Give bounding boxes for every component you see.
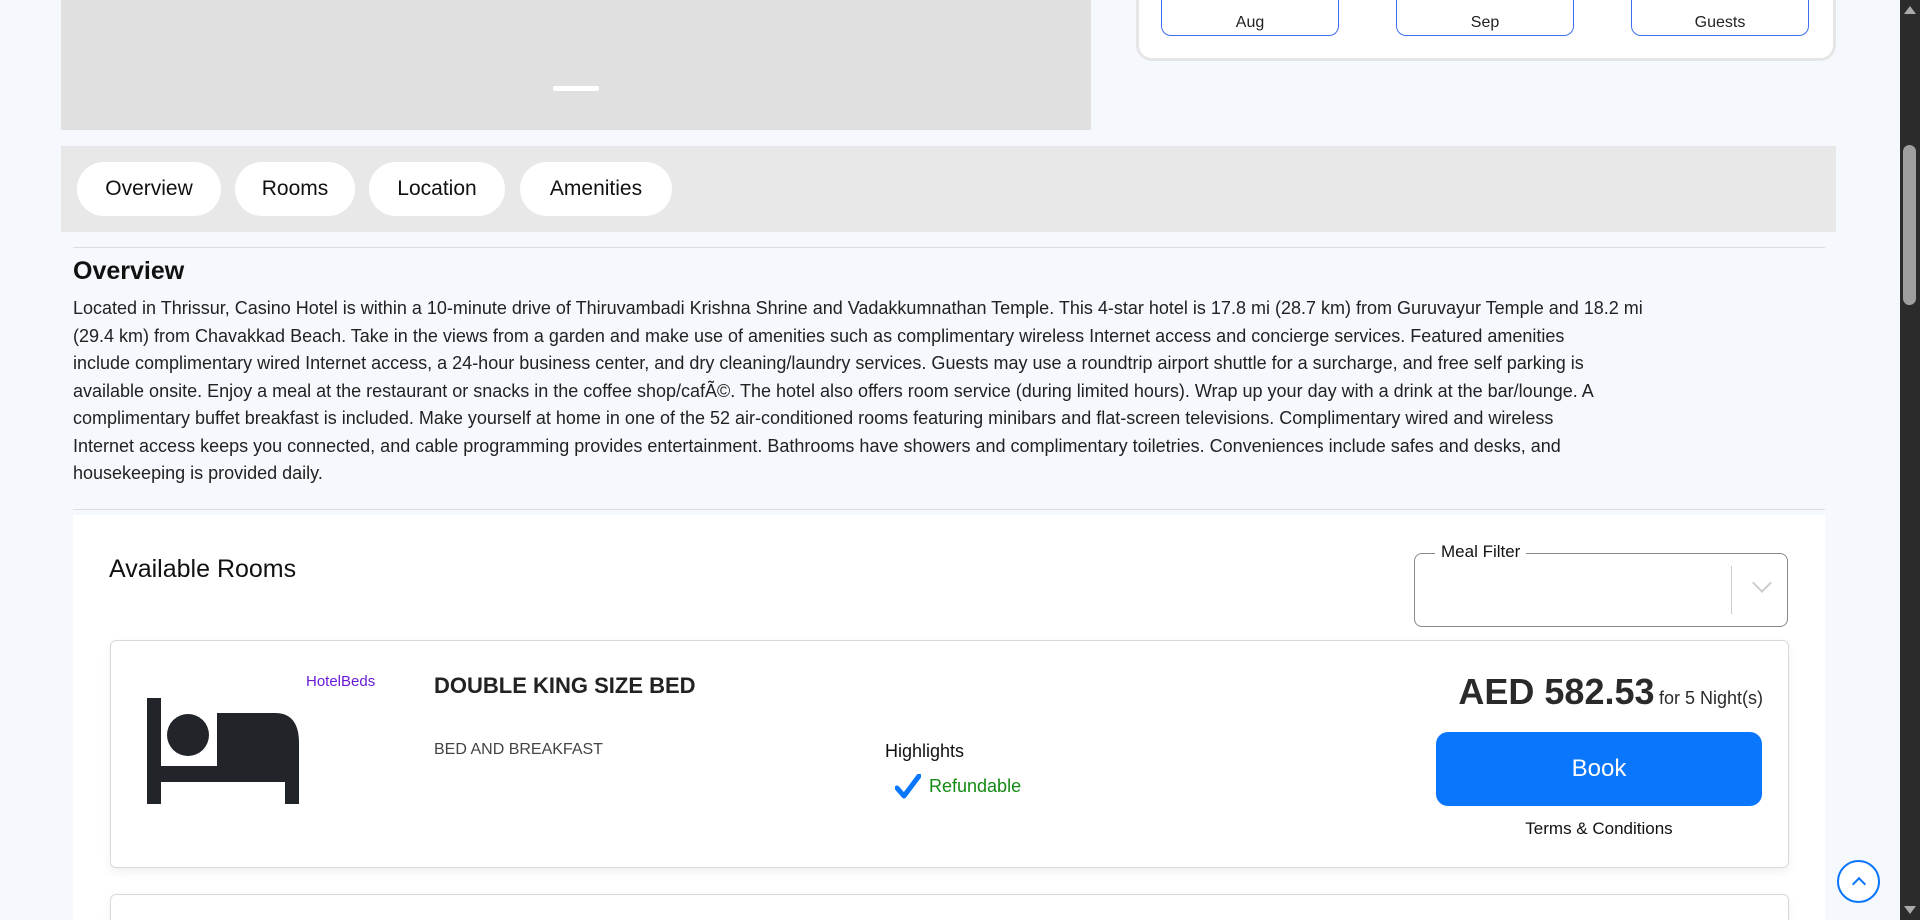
chevron-down-icon[interactable]: [1752, 573, 1772, 593]
check-icon: [895, 774, 921, 799]
overview-line: complimentary buffet breakfast is includ…: [73, 408, 1554, 428]
price-amount: AED 582.53: [1458, 671, 1655, 712]
overview-line: (29.4 km) from Chavakkad Beach. Take in …: [73, 325, 1565, 346]
chevron-up-icon: [1851, 876, 1867, 892]
divider: [73, 247, 1825, 248]
gallery-indicator[interactable]: [553, 86, 599, 91]
overview-line: Internet access keeps you connected, and…: [73, 435, 1561, 456]
search-card: Aug Sep Guests: [1136, 0, 1836, 61]
divider: [73, 509, 1825, 510]
tab-location[interactable]: Location: [369, 162, 505, 216]
scroll-up-arrow-icon[interactable]: [1904, 6, 1916, 14]
overview-line: Located in Thrissur, Casino Hotel is wit…: [73, 298, 1643, 318]
scroll-down-arrow-icon[interactable]: [1904, 906, 1916, 914]
scrollbar[interactable]: [1900, 0, 1920, 920]
tab-amenities[interactable]: Amenities: [520, 162, 672, 216]
room-card: HotelBeds DOUBLE KING SIZE BED BED AND B…: [110, 640, 1789, 868]
book-button[interactable]: Book: [1436, 732, 1762, 806]
overview-line: include complimentary wired Internet acc…: [73, 353, 1584, 373]
overview-line: available onsite. Enjoy a meal at the re…: [73, 380, 1594, 401]
overview-line: housekeeping is provided daily.: [73, 463, 323, 483]
refundable-label: Refundable: [929, 776, 1022, 796]
room-name: DOUBLE KING SIZE BED: [434, 673, 696, 698]
highlights-heading: Highlights: [885, 741, 965, 761]
hotel-image-gallery[interactable]: [61, 0, 1091, 130]
overview-heading: Overview: [73, 257, 185, 285]
select-separator: [1731, 566, 1732, 614]
overview-description: Located in Thrissur, Casino Hotel is wit…: [73, 295, 1833, 488]
supplier-label: HotelBeds: [306, 673, 376, 690]
checkout-month-label: Sep: [1470, 14, 1500, 31]
checkin-month-label: Aug: [1235, 14, 1265, 31]
room-card: [110, 894, 1789, 920]
price-period: for 5 Night(s): [1658, 688, 1763, 708]
available-rooms-section: Available Rooms Meal Filter HotelBeds DO…: [73, 515, 1825, 920]
tab-overview[interactable]: Overview: [77, 162, 221, 216]
scroll-to-top-button[interactable]: [1837, 860, 1880, 903]
meal-filter-label: Meal Filter: [1435, 542, 1527, 562]
guests-button[interactable]: Guests: [1631, 0, 1809, 36]
room-price: AED 582.53 for 5 Night(s): [1458, 671, 1763, 713]
terms-conditions-link[interactable]: Terms & Conditions: [1436, 819, 1762, 839]
checkin-month-button[interactable]: Aug: [1161, 0, 1339, 36]
meal-filter-select[interactable]: Meal Filter: [1414, 542, 1788, 627]
bed-icon: [147, 698, 299, 804]
scrollbar-thumb[interactable]: [1903, 145, 1916, 305]
section-tabs: Overview Rooms Location Amenities: [61, 146, 1836, 232]
checkout-month-button[interactable]: Sep: [1396, 0, 1574, 36]
available-rooms-heading: Available Rooms: [109, 555, 297, 583]
board-type: BED AND BREAKFAST: [434, 741, 603, 758]
guests-label: Guests: [1694, 14, 1746, 31]
tab-rooms[interactable]: Rooms: [235, 162, 355, 216]
